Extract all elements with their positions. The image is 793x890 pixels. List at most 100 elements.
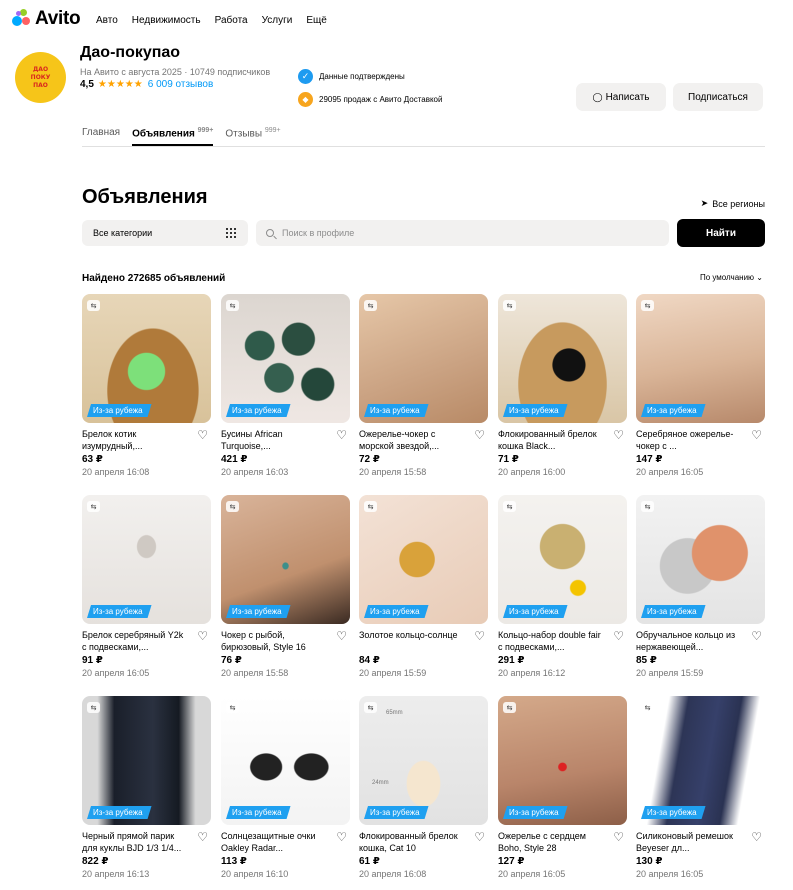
listing-title[interactable]: Бусины African Turquoise,...: [221, 428, 326, 452]
listing-card[interactable]: ⇆ Из-за рубежа Черный прямой парик для кук…: [82, 696, 211, 879]
listing-title[interactable]: Чокер с рыбой, бирюзовый, Style 16: [221, 629, 326, 653]
favorite-heart-icon[interactable]: ♡: [751, 830, 762, 844]
delivery-icon: ⇆: [641, 702, 654, 713]
listing-card[interactable]: ⇆ Из-за рубежа Бусины African Turquoise,..…: [221, 294, 350, 477]
listing-photo[interactable]: ⇆ 65mm 24mm Из-за рубежа: [359, 696, 488, 825]
abroad-badge: Из-за рубежа: [503, 605, 568, 618]
tab-main[interactable]: Главная: [82, 125, 120, 146]
listing-card[interactable]: ⇆ Из-за рубежа Обручальное кольцо из нержа…: [636, 495, 765, 678]
write-button-label: Написать: [605, 91, 650, 103]
tab-listings[interactable]: Объявления 999+: [132, 125, 214, 146]
listing-photo[interactable]: ⇆ Из-за рубежа: [636, 696, 765, 825]
listing-card[interactable]: ⇆ Из-за рубежа Брелок котик изумрудный,...…: [82, 294, 211, 477]
listing-photo[interactable]: ⇆ Из-за рубежа: [82, 294, 211, 423]
listing-title[interactable]: Кольцо-набор double fair с подвесками,..…: [498, 629, 603, 653]
listing-photo[interactable]: ⇆ Из-за рубежа: [498, 495, 627, 624]
listing-card[interactable]: ⇆ Из-за рубежа Флокированный брелок кошка …: [498, 294, 627, 477]
listing-title[interactable]: Флокированный брелок кошка Black...: [498, 428, 603, 452]
listing-photo[interactable]: ⇆ Из-за рубежа: [636, 294, 765, 423]
listing-date: 20 апреля 16:13: [82, 869, 150, 879]
chevron-down-icon: ⌄: [756, 273, 763, 282]
listing-card[interactable]: ⇆ Из-за рубежа Кольцо-набор double fair с …: [498, 495, 627, 678]
listing-card[interactable]: ⇆ Из-за рубежа Ожерелье с сердцем Boho, St…: [498, 696, 627, 879]
listing-title[interactable]: Брелок серебряный Y2k с подвесками,...: [82, 629, 187, 653]
listing-card[interactable]: ⇆ Из-за рубежа Силиконовый ремешок Beyeser…: [636, 696, 765, 879]
nav-link-services[interactable]: Услуги: [262, 15, 293, 26]
listing-title[interactable]: Ожерелье с сердцем Boho, Style 28: [498, 830, 603, 854]
rating-stars-icon: ★★★★★: [97, 79, 143, 90]
listing-photo[interactable]: ⇆ Из-за рубежа: [82, 696, 211, 825]
listing-photo[interactable]: ⇆ Из-за рубежа: [498, 696, 627, 825]
favorite-heart-icon[interactable]: ♡: [336, 428, 347, 442]
reviews-link[interactable]: 6 009 отзывов: [148, 79, 214, 90]
listing-photo[interactable]: ⇆ Из-за рубежа: [636, 495, 765, 624]
favorite-heart-icon[interactable]: ♡: [613, 428, 624, 442]
regions-selector[interactable]: ➤ Все регионы: [701, 198, 765, 209]
nav-link-more[interactable]: Ещё: [306, 15, 326, 26]
favorite-heart-icon[interactable]: ♡: [613, 830, 624, 844]
dimension-label: 65mm: [386, 710, 403, 716]
favorite-heart-icon[interactable]: ♡: [197, 830, 208, 844]
sales-badge: ◆ 29095 продаж с Авито Доставкой: [298, 92, 442, 107]
favorite-heart-icon[interactable]: ♡: [336, 629, 347, 643]
favorite-heart-icon[interactable]: ♡: [751, 428, 762, 442]
delivery-icon: ⇆: [87, 702, 100, 713]
listing-title[interactable]: Ожерелье-чокер с морской звездой,...: [359, 428, 464, 452]
nav-link-jobs[interactable]: Работа: [215, 15, 248, 26]
listing-card[interactable]: ⇆ Из-за рубежа Брелок серебряный Y2k с под…: [82, 495, 211, 678]
search-input[interactable]: [282, 228, 642, 238]
listing-date: 20 апреля 16:05: [636, 869, 704, 879]
listing-card[interactable]: ⇆ Из-за рубежа Солнцезащитные очки Oakley …: [221, 696, 350, 879]
listing-price: 85 ₽: [636, 655, 657, 666]
favorite-heart-icon[interactable]: ♡: [474, 428, 485, 442]
listing-photo[interactable]: ⇆ Из-за рубежа: [221, 696, 350, 825]
listing-title[interactable]: Силиконовый ремешок Beyeser дл...: [636, 830, 741, 854]
listing-price: 113 ₽: [221, 856, 247, 867]
favorite-heart-icon[interactable]: ♡: [474, 629, 485, 643]
listing-title[interactable]: Золотое кольцо-солнце: [359, 629, 464, 653]
listing-photo[interactable]: ⇆ Из-за рубежа: [82, 495, 211, 624]
tab-reviews[interactable]: Отзывы 999+: [225, 125, 280, 146]
listing-photo[interactable]: ⇆ Из-за рубежа: [221, 294, 350, 423]
listing-card[interactable]: ⇆ Из-за рубежа Серебряное ожерелье-чокер с…: [636, 294, 765, 477]
nav-link-auto[interactable]: Авто: [96, 15, 118, 26]
delivery-icon: ⇆: [364, 501, 377, 512]
favorite-heart-icon[interactable]: ♡: [336, 830, 347, 844]
listing-title[interactable]: Брелок котик изумрудный,...: [82, 428, 187, 452]
delivery-icon: ⇆: [503, 702, 516, 713]
shop-avatar[interactable]: ДАО ПОКУ ПАО: [15, 52, 66, 103]
listing-card[interactable]: ⇆ Из-за рубежа Золотое кольцо-солнце ♡ 84 ₽ 2…: [359, 495, 488, 678]
listing-date: 20 апреля 15:59: [636, 668, 704, 678]
favorite-heart-icon[interactable]: ♡: [474, 830, 485, 844]
listing-price: 91 ₽: [82, 655, 103, 666]
category-select[interactable]: Все категории: [82, 220, 248, 246]
favorite-heart-icon[interactable]: ♡: [751, 629, 762, 643]
listing-title[interactable]: Обручальное кольцо из нержавеющей...: [636, 629, 741, 653]
listing-card[interactable]: ⇆ 65mm 24mm Из-за рубежа Флокированный брело…: [359, 696, 488, 879]
favorite-heart-icon[interactable]: ♡: [197, 629, 208, 643]
listing-photo[interactable]: ⇆ Из-за рубежа: [359, 294, 488, 423]
abroad-badge: Из-за рубежа: [364, 404, 429, 417]
abroad-badge: Из-за рубежа: [503, 404, 568, 417]
avito-logo[interactable]: Avito: [12, 8, 81, 30]
listing-card[interactable]: ⇆ Из-за рубежа Чокер с рыбой, бирюзовый, S…: [221, 495, 350, 678]
delivery-icon: ⇆: [87, 501, 100, 512]
nav-link-realty[interactable]: Недвижимость: [132, 15, 201, 26]
sort-dropdown[interactable]: По умолчанию ⌄: [700, 273, 763, 282]
delivery-icon: ⇆: [226, 300, 239, 311]
subscribe-button[interactable]: Подписаться: [673, 83, 763, 111]
listing-title[interactable]: Черный прямой парик для куклы BJD 1/3 1/…: [82, 830, 187, 854]
listing-title[interactable]: Солнцезащитные очки Oakley Radar...: [221, 830, 326, 854]
find-button[interactable]: Найти: [677, 219, 765, 247]
listing-photo[interactable]: ⇆ Из-за рубежа: [498, 294, 627, 423]
listing-title[interactable]: Серебряное ожерелье-чокер с ...: [636, 428, 741, 452]
listing-card[interactable]: ⇆ Из-за рубежа Ожерелье-чокер с морской зв…: [359, 294, 488, 477]
write-button[interactable]: ◯ Написать: [576, 83, 666, 111]
chat-bubble-icon: ◯: [592, 91, 603, 102]
listing-photo[interactable]: ⇆ Из-за рубежа: [221, 495, 350, 624]
favorite-heart-icon[interactable]: ♡: [197, 428, 208, 442]
shop-subtitle: На Авито с августа 2025 · 10749 подписчи…: [80, 67, 271, 77]
listing-photo[interactable]: ⇆ Из-за рубежа: [359, 495, 488, 624]
listing-title[interactable]: Флокированный брелок кошка, Cat 10: [359, 830, 464, 854]
favorite-heart-icon[interactable]: ♡: [613, 629, 624, 643]
